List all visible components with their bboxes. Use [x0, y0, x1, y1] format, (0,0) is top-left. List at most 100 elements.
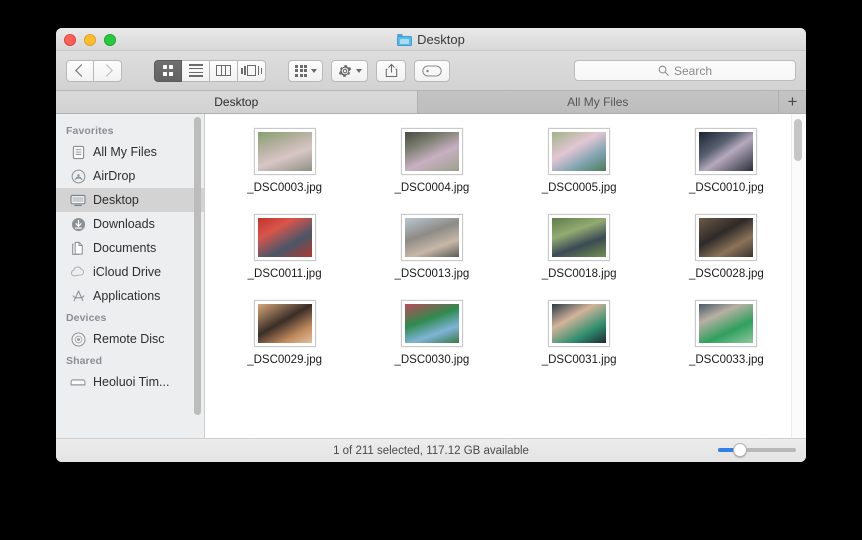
file-name: _DSC0029.jpg — [247, 354, 323, 366]
sidebar-item-label: Remote Disc — [93, 332, 165, 346]
view-mode-segmented-control — [154, 59, 266, 82]
sidebar-item-label: AirDrop — [93, 169, 136, 183]
file-item[interactable]: _DSC0031.jpg — [506, 300, 653, 366]
sidebar-section-shared-header: Shared — [66, 355, 103, 367]
finder-window: Desktop Search Desktop All My Files + Fa… — [56, 28, 806, 462]
tab-label: All My Files — [567, 95, 629, 109]
content-scrollbar-track — [791, 114, 806, 438]
thumbnail-image — [699, 132, 754, 171]
file-name: _DSC0031.jpg — [541, 354, 617, 366]
slider-knob[interactable] — [732, 443, 747, 457]
column-view-button[interactable] — [210, 59, 238, 82]
status-text: 1 of 211 selected, 117.12 GB available — [333, 444, 529, 457]
file-item[interactable]: _DSC0030.jpg — [358, 300, 505, 366]
sidebar-scrollbar[interactable] — [194, 117, 201, 415]
thumbnail-image — [699, 218, 754, 257]
sidebar-item-icloud-drive[interactable]: iCloud Drive — [56, 260, 204, 284]
sidebar-item-remote-disc[interactable]: Remote Disc — [56, 327, 204, 351]
back-button[interactable] — [66, 59, 94, 82]
file-thumbnail — [548, 214, 611, 261]
file-item[interactable]: _DSC0011.jpg — [211, 214, 358, 280]
thumbnail-image — [699, 304, 754, 343]
chevron-down-icon — [311, 68, 317, 73]
icon-view-button[interactable] — [154, 59, 182, 82]
columns-icon — [216, 65, 231, 76]
file-item[interactable]: _DSC0028.jpg — [653, 214, 800, 280]
sidebar-item-all-my-files[interactable]: All My Files — [56, 140, 204, 164]
file-thumbnail — [695, 300, 758, 347]
file-item[interactable]: _DSC0033.jpg — [653, 300, 800, 366]
search-placeholder: Search — [673, 63, 713, 78]
file-item[interactable]: _DSC0004.jpg — [358, 128, 505, 194]
share-button[interactable] — [376, 59, 406, 82]
list-view-button[interactable] — [182, 59, 210, 82]
search-input[interactable]: Search — [574, 60, 796, 81]
tab-bar: Desktop All My Files + — [56, 91, 806, 114]
documents-icon — [70, 240, 86, 256]
tag-button[interactable] — [414, 59, 450, 82]
sidebar-item-label: Desktop — [93, 193, 139, 207]
thumbnail-image — [552, 304, 607, 343]
file-item[interactable]: _DSC0013.jpg — [358, 214, 505, 280]
coverflow-view-button[interactable] — [238, 59, 266, 82]
page-title: Desktop — [417, 32, 465, 47]
sidebar-item-airdrop[interactable]: AirDrop — [56, 164, 204, 188]
file-name: _DSC0011.jpg — [247, 268, 322, 280]
file-thumbnail — [400, 128, 463, 175]
icloud-icon — [70, 264, 86, 280]
chevron-right-icon — [99, 64, 113, 77]
sidebar-item-label: Documents — [93, 241, 157, 255]
new-tab-button[interactable]: + — [779, 91, 806, 113]
gear-icon — [338, 64, 352, 78]
sidebar-item-desktop[interactable]: Desktop — [56, 188, 204, 212]
sidebar-item-downloads[interactable]: Downloads — [56, 212, 204, 236]
share-icon — [385, 63, 397, 78]
sidebar-section-favorites-header: Favorites — [66, 125, 114, 137]
content-scrollbar[interactable] — [794, 119, 802, 161]
downloads-icon — [70, 216, 86, 232]
file-grid: _DSC0003.jpg _DSC0004.jpg _DSC0005.jpg _… — [205, 114, 806, 366]
file-item[interactable]: _DSC0010.jpg — [653, 128, 800, 194]
disc-icon — [70, 331, 86, 347]
tab-all-my-files[interactable]: All My Files — [417, 91, 779, 113]
applications-icon — [70, 288, 86, 304]
icon-size-slider[interactable] — [718, 443, 796, 457]
coverflow-icon — [241, 65, 262, 76]
tab-desktop[interactable]: Desktop — [56, 91, 418, 113]
thumbnail-image — [404, 132, 459, 171]
file-thumbnail — [400, 214, 463, 261]
file-item[interactable]: _DSC0018.jpg — [506, 214, 653, 280]
sidebar-item-applications[interactable]: Applications — [56, 284, 204, 308]
thumbnail-image — [257, 132, 312, 171]
chevron-left-icon — [75, 64, 88, 77]
file-thumbnail — [253, 128, 316, 175]
thumbnail-image — [257, 304, 312, 343]
thumbnail-image — [552, 132, 607, 171]
tag-icon — [422, 65, 442, 76]
thumbnail-image — [257, 218, 312, 257]
file-name: _DSC0030.jpg — [394, 354, 470, 366]
shared-computer-icon — [70, 374, 86, 390]
file-item[interactable]: _DSC0003.jpg — [211, 128, 358, 194]
window-title-group: Desktop — [56, 28, 806, 51]
file-thumbnail — [695, 214, 758, 261]
arrange-button[interactable] — [288, 59, 323, 82]
sidebar-item-label: Applications — [93, 289, 161, 303]
window-titlebar: Desktop — [56, 28, 806, 51]
sidebar-item-documents[interactable]: Documents — [56, 236, 204, 260]
desktop-icon — [70, 192, 86, 208]
file-item[interactable]: _DSC0029.jpg — [211, 300, 358, 366]
file-name: _DSC0005.jpg — [541, 182, 617, 194]
sidebar-item-label: Downloads — [93, 217, 155, 231]
list-icon — [188, 64, 203, 77]
thumbnail-image — [404, 304, 459, 343]
file-name: _DSC0018.jpg — [541, 268, 617, 280]
action-menu-button[interactable] — [331, 59, 368, 82]
file-thumbnail — [548, 300, 611, 347]
file-grid-area[interactable]: _DSC0003.jpg _DSC0004.jpg _DSC0005.jpg _… — [205, 114, 806, 438]
file-item[interactable]: _DSC0005.jpg — [506, 128, 653, 194]
sidebar-item-shared-computer[interactable]: Heoluoi Tim... — [56, 370, 204, 394]
forward-button[interactable] — [94, 59, 122, 82]
file-thumbnail — [253, 300, 316, 347]
file-name: _DSC0013.jpg — [394, 268, 470, 280]
